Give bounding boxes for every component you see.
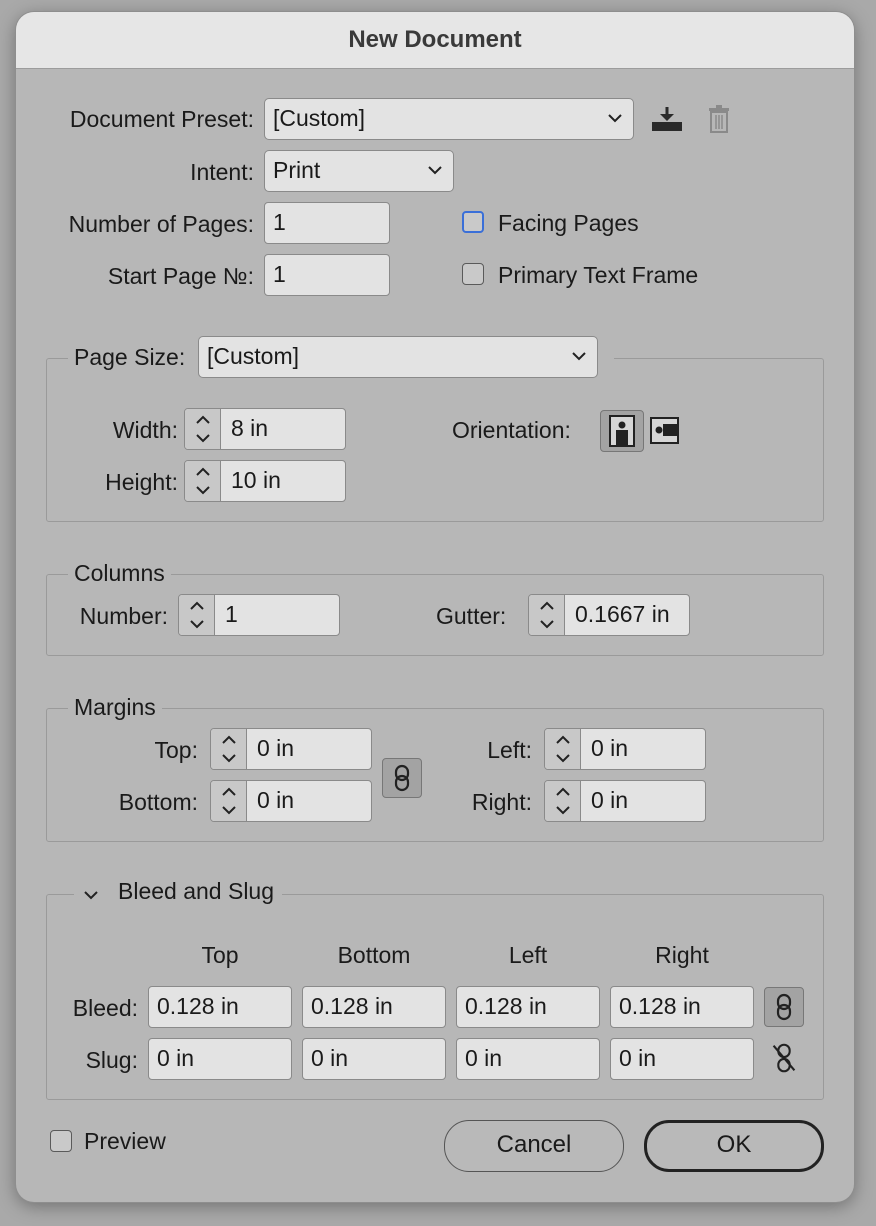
- stepper-icon: [556, 735, 570, 763]
- facing-pages-label: Facing Pages: [498, 210, 639, 236]
- margin-top-label: Top:: [154, 737, 198, 763]
- number-of-pages-label: Number of Pages:: [68, 211, 254, 237]
- stepper-icon: [190, 601, 204, 629]
- stepper-arrows[interactable]: [185, 461, 221, 501]
- intent-label: Intent:: [190, 159, 254, 185]
- stepper-arrows[interactable]: [211, 729, 247, 769]
- stepper-arrows[interactable]: [545, 781, 581, 821]
- margin-bottom-stepper[interactable]: 0 in: [210, 780, 372, 822]
- bleed-link-button[interactable]: [764, 987, 804, 1027]
- margin-top-value: 0 in: [257, 735, 295, 761]
- stepper-arrows[interactable]: [529, 595, 565, 635]
- stepper-icon: [196, 415, 210, 443]
- page-size-value: [Custom]: [207, 343, 300, 369]
- orientation-label: Orientation:: [452, 417, 571, 443]
- cancel-button[interactable]: Cancel: [444, 1120, 624, 1172]
- bleed-bottom-input[interactable]: 0.128 in: [302, 986, 446, 1028]
- height-value: 10 in: [231, 467, 281, 493]
- facing-pages-checkbox[interactable]: [462, 211, 484, 233]
- margin-bottom-value: 0 in: [257, 787, 295, 813]
- gutter-stepper[interactable]: 0.1667 in: [528, 594, 690, 636]
- delete-preset-icon[interactable]: [708, 105, 730, 133]
- portrait-button[interactable]: [600, 410, 644, 452]
- save-preset-icon[interactable]: [650, 105, 684, 133]
- height-label: Height:: [105, 469, 178, 495]
- chevron-down-icon: [572, 352, 586, 361]
- preview-label: Preview: [84, 1128, 166, 1154]
- margin-top-stepper[interactable]: 0 in: [210, 728, 372, 770]
- chain-link-icon: [394, 764, 410, 792]
- margin-left-label: Left:: [487, 737, 532, 763]
- bleed-column-bottom: Bottom: [337, 942, 411, 968]
- bleed-column-top: Top: [201, 942, 239, 968]
- new-document-dialog: New Document Document Preset: [Custom] I…: [16, 12, 854, 1202]
- margin-right-label: Right:: [471, 789, 532, 815]
- margin-bottom-label: Bottom:: [118, 789, 198, 815]
- columns-number-value: 1: [225, 601, 238, 627]
- chevron-down-icon: [428, 166, 442, 175]
- height-stepper[interactable]: 10 in: [184, 460, 346, 502]
- margin-right-value: 0 in: [591, 787, 629, 813]
- slug-top-input[interactable]: 0 in: [148, 1038, 292, 1080]
- margins-group: [46, 708, 824, 842]
- gutter-label: Gutter:: [436, 603, 507, 629]
- stepper-arrows[interactable]: [179, 595, 215, 635]
- dialog-title: New Document: [348, 26, 522, 53]
- stepper-arrows[interactable]: [185, 409, 221, 449]
- document-preset-label: Document Preset:: [69, 106, 254, 132]
- width-stepper[interactable]: 8 in: [184, 408, 346, 450]
- intent-value: Print: [273, 157, 321, 183]
- gutter-value: 0.1667 in: [575, 601, 670, 627]
- margin-left-stepper[interactable]: 0 in: [544, 728, 706, 770]
- slug-label: Slug:: [85, 1047, 138, 1073]
- stepper-icon: [540, 601, 554, 629]
- bleed-column-left: Left: [508, 942, 548, 968]
- stepper-icon: [222, 735, 236, 763]
- page-size-select[interactable]: [Custom]: [198, 336, 598, 378]
- landscape-icon[interactable]: [650, 416, 680, 446]
- disclosure-chevron-down-icon: [84, 891, 98, 900]
- slug-left-input[interactable]: 0 in: [456, 1038, 600, 1080]
- portrait-icon: [609, 415, 635, 447]
- stepper-icon: [556, 787, 570, 815]
- page-size-label: Page Size:: [74, 344, 186, 370]
- columns-legend: Columns: [68, 560, 171, 587]
- chevron-down-icon: [608, 114, 622, 123]
- bleed-slug-label: Bleed and Slug: [118, 878, 275, 904]
- start-page-input[interactable]: 1: [264, 254, 390, 296]
- stepper-arrows[interactable]: [545, 729, 581, 769]
- slug-right-input[interactable]: 0 in: [610, 1038, 754, 1080]
- stepper-icon: [222, 787, 236, 815]
- number-of-pages-input[interactable]: 1: [264, 202, 390, 244]
- margins-legend: Margins: [68, 694, 162, 721]
- title-bar: New Document: [16, 12, 854, 69]
- margin-left-value: 0 in: [591, 735, 629, 761]
- intent-select[interactable]: Print: [264, 150, 454, 192]
- document-preset-select[interactable]: [Custom]: [264, 98, 634, 140]
- bleed-right-input[interactable]: 0.128 in: [610, 986, 754, 1028]
- stepper-arrows[interactable]: [211, 781, 247, 821]
- columns-number-stepper[interactable]: 1: [178, 594, 340, 636]
- start-page-label: Start Page №:: [107, 263, 254, 289]
- bleed-slug-legend[interactable]: Bleed and Slug: [74, 878, 283, 912]
- width-label: Width:: [112, 417, 178, 443]
- bleed-left-input[interactable]: 0.128 in: [456, 986, 600, 1028]
- bleed-top-input[interactable]: 0.128 in: [148, 986, 292, 1028]
- ok-button[interactable]: OK: [644, 1120, 824, 1172]
- bleed-label: Bleed:: [72, 995, 138, 1021]
- bleed-column-right: Right: [655, 942, 709, 968]
- primary-text-frame-label: Primary Text Frame: [498, 262, 699, 288]
- document-preset-value: [Custom]: [273, 105, 366, 131]
- preview-checkbox[interactable]: [50, 1130, 72, 1152]
- width-value: 8 in: [231, 415, 269, 441]
- margin-right-stepper[interactable]: 0 in: [544, 780, 706, 822]
- primary-text-frame-checkbox[interactable]: [462, 263, 484, 285]
- slug-bottom-input[interactable]: 0 in: [302, 1038, 446, 1080]
- broken-chain-link-icon[interactable]: [766, 1040, 802, 1076]
- stepper-icon: [196, 467, 210, 495]
- columns-number-label: Number:: [79, 603, 168, 629]
- chain-link-icon: [776, 993, 792, 1021]
- margins-link-button[interactable]: [382, 758, 422, 798]
